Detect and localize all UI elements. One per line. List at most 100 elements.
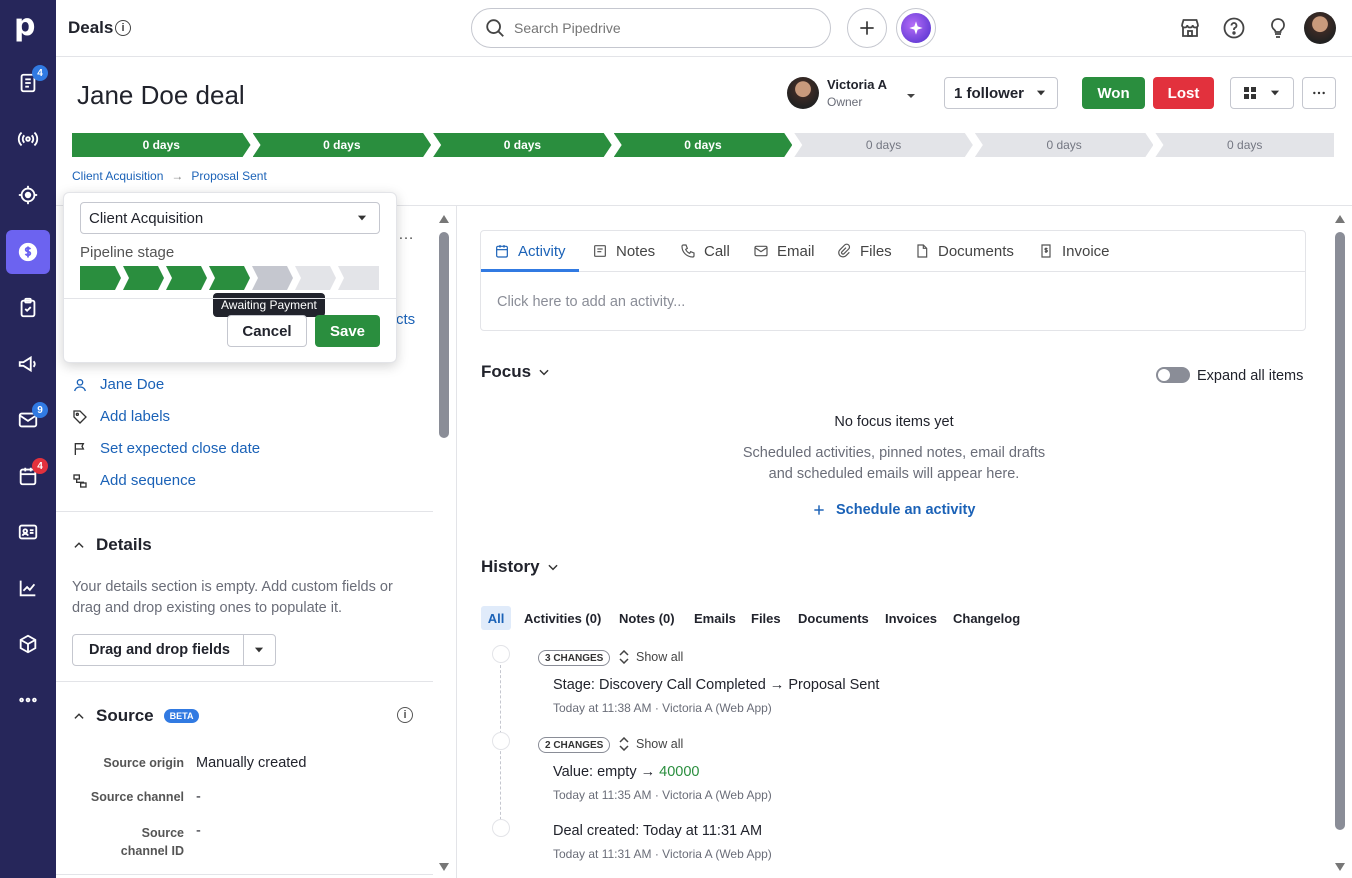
person-row[interactable]: Jane Doe <box>72 376 164 393</box>
breadcrumb-pipeline[interactable]: Client Acquisition <box>72 169 163 183</box>
pipeline-select[interactable]: Client Acquisition <box>80 202 380 234</box>
help-icon[interactable] <box>1222 16 1246 43</box>
user-avatar[interactable] <box>1304 12 1336 44</box>
history-tab-activities[interactable]: Activities (0) <box>524 606 601 630</box>
rail-insights[interactable] <box>6 566 50 610</box>
sidebar-more-icon[interactable]: … <box>398 226 415 244</box>
history-tab-notes[interactable]: Notes (0) <box>619 606 675 630</box>
activity-input-placeholder[interactable]: Click here to add an activity... <box>497 294 685 310</box>
history-tab-documents[interactable]: Documents <box>798 606 869 630</box>
stage-segment[interactable]: 0 days <box>975 133 1154 157</box>
add-sequence-link[interactable]: Add sequence <box>100 472 196 489</box>
history-tab-changelog[interactable]: Changelog <box>953 606 1020 630</box>
rail-activities[interactable] <box>6 286 50 330</box>
history-entry-stage: Stage: Discovery Call Completed → Propos… <box>553 677 880 693</box>
stage-segment[interactable]: 0 days <box>614 133 793 157</box>
stage-picker[interactable] <box>80 266 381 290</box>
stage-segment[interactable]: 0 days <box>72 133 251 157</box>
lost-button[interactable]: Lost <box>1153 77 1214 109</box>
source-origin-value[interactable]: Manually created <box>196 755 306 771</box>
rail-mail[interactable]: 9 <box>6 398 50 442</box>
rail-broadcast[interactable] <box>6 117 50 161</box>
follower-label: 1 follower <box>953 84 1024 102</box>
history-tab-all[interactable]: All <box>481 606 511 630</box>
info-icon[interactable]: i <box>115 20 131 36</box>
rail-deals[interactable] <box>6 230 50 274</box>
tab-call[interactable]: Call <box>680 231 730 271</box>
scroll-up-arrow[interactable] <box>1334 212 1346 224</box>
show-all-button[interactable]: Show all <box>618 650 683 664</box>
rail-leads[interactable] <box>6 173 50 217</box>
person-link[interactable]: Jane Doe <box>100 376 164 393</box>
main-scrollbar-thumb[interactable] <box>1335 232 1345 830</box>
caret-down-icon[interactable] <box>252 643 266 657</box>
hidden-link-text[interactable]: cts <box>396 311 415 328</box>
view-layout-button[interactable] <box>1230 77 1294 109</box>
won-button[interactable]: Won <box>1082 77 1145 109</box>
rail-deals-list[interactable]: 4 <box>6 61 50 105</box>
stage-picker-segment[interactable] <box>338 266 379 290</box>
rail-more[interactable] <box>6 678 50 722</box>
cancel-button[interactable]: Cancel <box>227 315 307 347</box>
expand-all-toggle[interactable] <box>1156 367 1190 383</box>
source-channel-value[interactable]: - <box>196 789 201 805</box>
history-tab-files[interactable]: Files <box>751 606 781 630</box>
history-tab-emails[interactable]: Emails <box>694 606 736 630</box>
tab-activity[interactable]: Activity <box>494 231 566 271</box>
follower-button[interactable]: 1 follower <box>944 77 1058 109</box>
stage-picker-segment[interactable] <box>166 266 207 290</box>
breadcrumb-stage[interactable]: Proposal Sent <box>191 169 266 183</box>
search-bar[interactable] <box>471 8 831 48</box>
search-input[interactable] <box>514 20 804 36</box>
schedule-activity-button[interactable]: Schedule an activity <box>812 502 975 518</box>
close-date-row[interactable]: Set expected close date <box>72 440 260 457</box>
source-section-header[interactable]: Source BETA <box>72 706 200 726</box>
rail-campaigns[interactable] <box>6 342 50 386</box>
add-labels-row[interactable]: Add labels <box>72 408 170 425</box>
stage-picker-segment[interactable] <box>80 266 121 290</box>
stage-segment[interactable]: 0 days <box>1155 133 1334 157</box>
ai-assistant-button[interactable] <box>896 8 936 48</box>
stage-segment[interactable]: 0 days <box>433 133 612 157</box>
source-channel-id-value[interactable]: - <box>196 823 201 839</box>
marketplace-icon[interactable] <box>1178 16 1202 43</box>
history-header[interactable]: History <box>481 557 560 577</box>
sidebar-scrollbar-thumb[interactable] <box>439 232 449 438</box>
tab-invoice[interactable]: Invoice <box>1038 231 1110 271</box>
owner-dropdown-caret[interactable] <box>903 88 919 107</box>
show-all-button[interactable]: Show all <box>618 737 683 751</box>
rail-contacts[interactable] <box>6 510 50 554</box>
scroll-up-arrow[interactable] <box>438 212 450 224</box>
rail-products[interactable] <box>6 622 50 666</box>
lightbulb-icon[interactable] <box>1266 16 1290 43</box>
info-icon[interactable]: i <box>397 707 413 723</box>
stage-picker-segment[interactable] <box>123 266 164 290</box>
drag-drop-fields-button[interactable]: Drag and drop fields <box>72 634 276 666</box>
details-title: Details <box>96 535 152 554</box>
add-labels-link[interactable]: Add labels <box>100 408 170 425</box>
tab-files[interactable]: Files <box>836 231 892 271</box>
more-actions-button[interactable] <box>1302 77 1336 109</box>
quick-add-button[interactable] <box>847 8 887 48</box>
pipedrive-logo[interactable]: p <box>14 8 35 43</box>
save-button[interactable]: Save <box>315 315 380 347</box>
add-sequence-row[interactable]: Add sequence <box>72 472 196 489</box>
calendar-icon <box>496 245 508 258</box>
tab-email[interactable]: Email <box>753 231 815 271</box>
stage-picker-segment[interactable] <box>209 266 250 290</box>
history-field-label: Value <box>553 764 590 780</box>
details-section-header[interactable]: Details <box>72 535 152 555</box>
deal-title[interactable]: Jane Doe deal <box>77 80 245 111</box>
stage-segment[interactable]: 0 days <box>253 133 432 157</box>
focus-header[interactable]: Focus <box>481 362 551 382</box>
stage-picker-segment[interactable] <box>252 266 293 290</box>
stage-segment[interactable]: 0 days <box>794 133 973 157</box>
tab-notes[interactable]: Notes <box>592 231 655 271</box>
scroll-down-arrow[interactable] <box>438 860 450 872</box>
tab-documents[interactable]: Documents <box>914 231 1014 271</box>
scroll-down-arrow[interactable] <box>1334 860 1346 872</box>
history-tab-invoices[interactable]: Invoices <box>885 606 937 630</box>
close-date-link[interactable]: Set expected close date <box>100 440 260 457</box>
rail-calendar[interactable]: 4 <box>6 454 50 498</box>
stage-picker-segment[interactable] <box>295 266 336 290</box>
